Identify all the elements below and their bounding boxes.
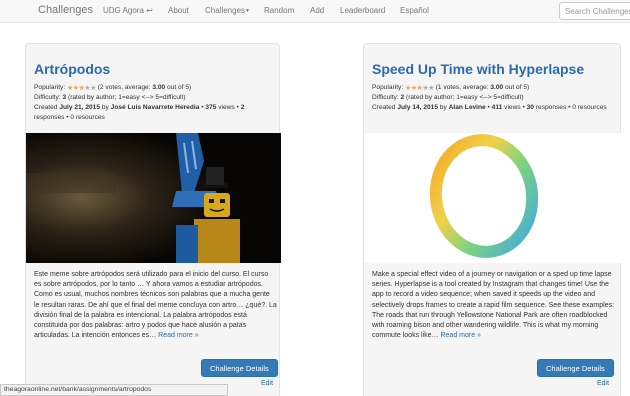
brand-link[interactable]: Challenges (38, 4, 93, 16)
responses-count: 2 (240, 104, 245, 111)
views-count: 375 (205, 104, 217, 111)
author-name: José Luis Navarrete Heredia (110, 104, 200, 111)
challenge-description: Make a special effect video of a journey… (372, 270, 615, 341)
votes-text: (2 votes, average: (97, 84, 151, 91)
difficulty-value: 3 (62, 94, 67, 101)
created-line: Created July 14, 2015 by Alan Levine • 4… (372, 104, 607, 111)
read-more-link[interactable]: Read more » (158, 332, 198, 339)
challenge-image[interactable] (364, 133, 622, 263)
created-line: Created July 21, 2015 by José Luis Navar… (34, 104, 245, 121)
challenge-image[interactable] (26, 133, 281, 263)
nav-challenges-dropdown[interactable]: Challenges▼ (205, 6, 250, 15)
hyperlapse-logo (429, 134, 539, 258)
nav-leaderboard[interactable]: Leaderboard (340, 6, 385, 15)
challenge-card: Artrópodos Popularity: ★★★★★ (2 votes, a… (25, 43, 281, 396)
difficulty-label: Difficulty: (34, 94, 61, 101)
nav-udg-agora[interactable]: UDG Agora ↩ (103, 6, 153, 15)
top-navbar: Challenges UDG Agora ↩ About Challenges▼… (0, 0, 630, 23)
challenge-title-link[interactable]: Speed Up Time with Hyperlapse (372, 61, 584, 77)
nav-espanol[interactable]: Español (400, 6, 429, 15)
out-of-text: out of 5) (167, 84, 192, 91)
by-label: by (101, 104, 109, 111)
difficulty-value: 2 (400, 94, 405, 101)
edit-link[interactable]: Edit (597, 380, 609, 387)
difficulty-line: Difficulty: 2 (rated by author; 1=easy <… (372, 93, 610, 103)
search-placeholder: Search Challenges (565, 7, 630, 16)
views-count: 411 (491, 104, 503, 111)
created-date: July 14, 2015 (397, 104, 439, 111)
views-label: views • (504, 104, 525, 111)
challenge-description: Este meme sobre artrópodos será utilizad… (34, 270, 277, 341)
figurine-photo (26, 133, 281, 263)
responses-count: 30 (526, 104, 534, 111)
difficulty-note: (rated by author; 1=easy <--> 5=difficul… (406, 94, 524, 101)
description-text: Este meme sobre artrópodos será utilizad… (34, 271, 277, 340)
nav-random[interactable]: Random (264, 6, 294, 15)
by-label: by (439, 104, 447, 111)
views-label: views • (218, 104, 239, 111)
created-label: Created (372, 104, 396, 111)
created-date: July 21, 2015 (59, 104, 101, 111)
challenge-details-button[interactable]: Challenge Details (201, 359, 278, 377)
created-label: Created (34, 104, 58, 111)
difficulty-line: Difficulty: 3 (rated by author; 1=easy <… (34, 93, 272, 103)
description-text: Make a special effect video of a journey… (372, 271, 615, 340)
chevron-down-icon: ▼ (245, 7, 250, 14)
challenge-title-link[interactable]: Artrópodos (34, 61, 110, 77)
nav-challenges-label: Challenges (205, 6, 246, 15)
search-input[interactable]: Search Challenges (559, 2, 630, 20)
average-rating: 3.00 (490, 84, 504, 91)
nav-about[interactable]: About (168, 6, 189, 15)
out-of-text: out of 5) (505, 84, 530, 91)
difficulty-label: Difficulty: (372, 94, 399, 101)
popularity-label: Popularity: (34, 84, 66, 91)
votes-text: (1 votes, average: (435, 84, 489, 91)
read-more-link[interactable]: Read more » (440, 332, 480, 339)
responses-label: responses • 0 resources (34, 113, 105, 121)
difficulty-note: (rated by author; 1=easy <--> 5=difficul… (68, 94, 186, 101)
author-name: Alan Levine (448, 104, 486, 111)
challenge-details-button[interactable]: Challenge Details (537, 359, 614, 377)
challenge-card: Speed Up Time with Hyperlapse Popularity… (363, 43, 622, 396)
popularity-label: Popularity: (372, 84, 404, 91)
edit-link[interactable]: Edit (261, 380, 273, 387)
nav-add[interactable]: Add (310, 6, 324, 15)
status-bar-url: theagoraonline.net/bank/assignments/artr… (0, 384, 228, 396)
average-rating: 3.00 (152, 84, 166, 91)
responses-label: responses • 0 resources (535, 104, 607, 111)
